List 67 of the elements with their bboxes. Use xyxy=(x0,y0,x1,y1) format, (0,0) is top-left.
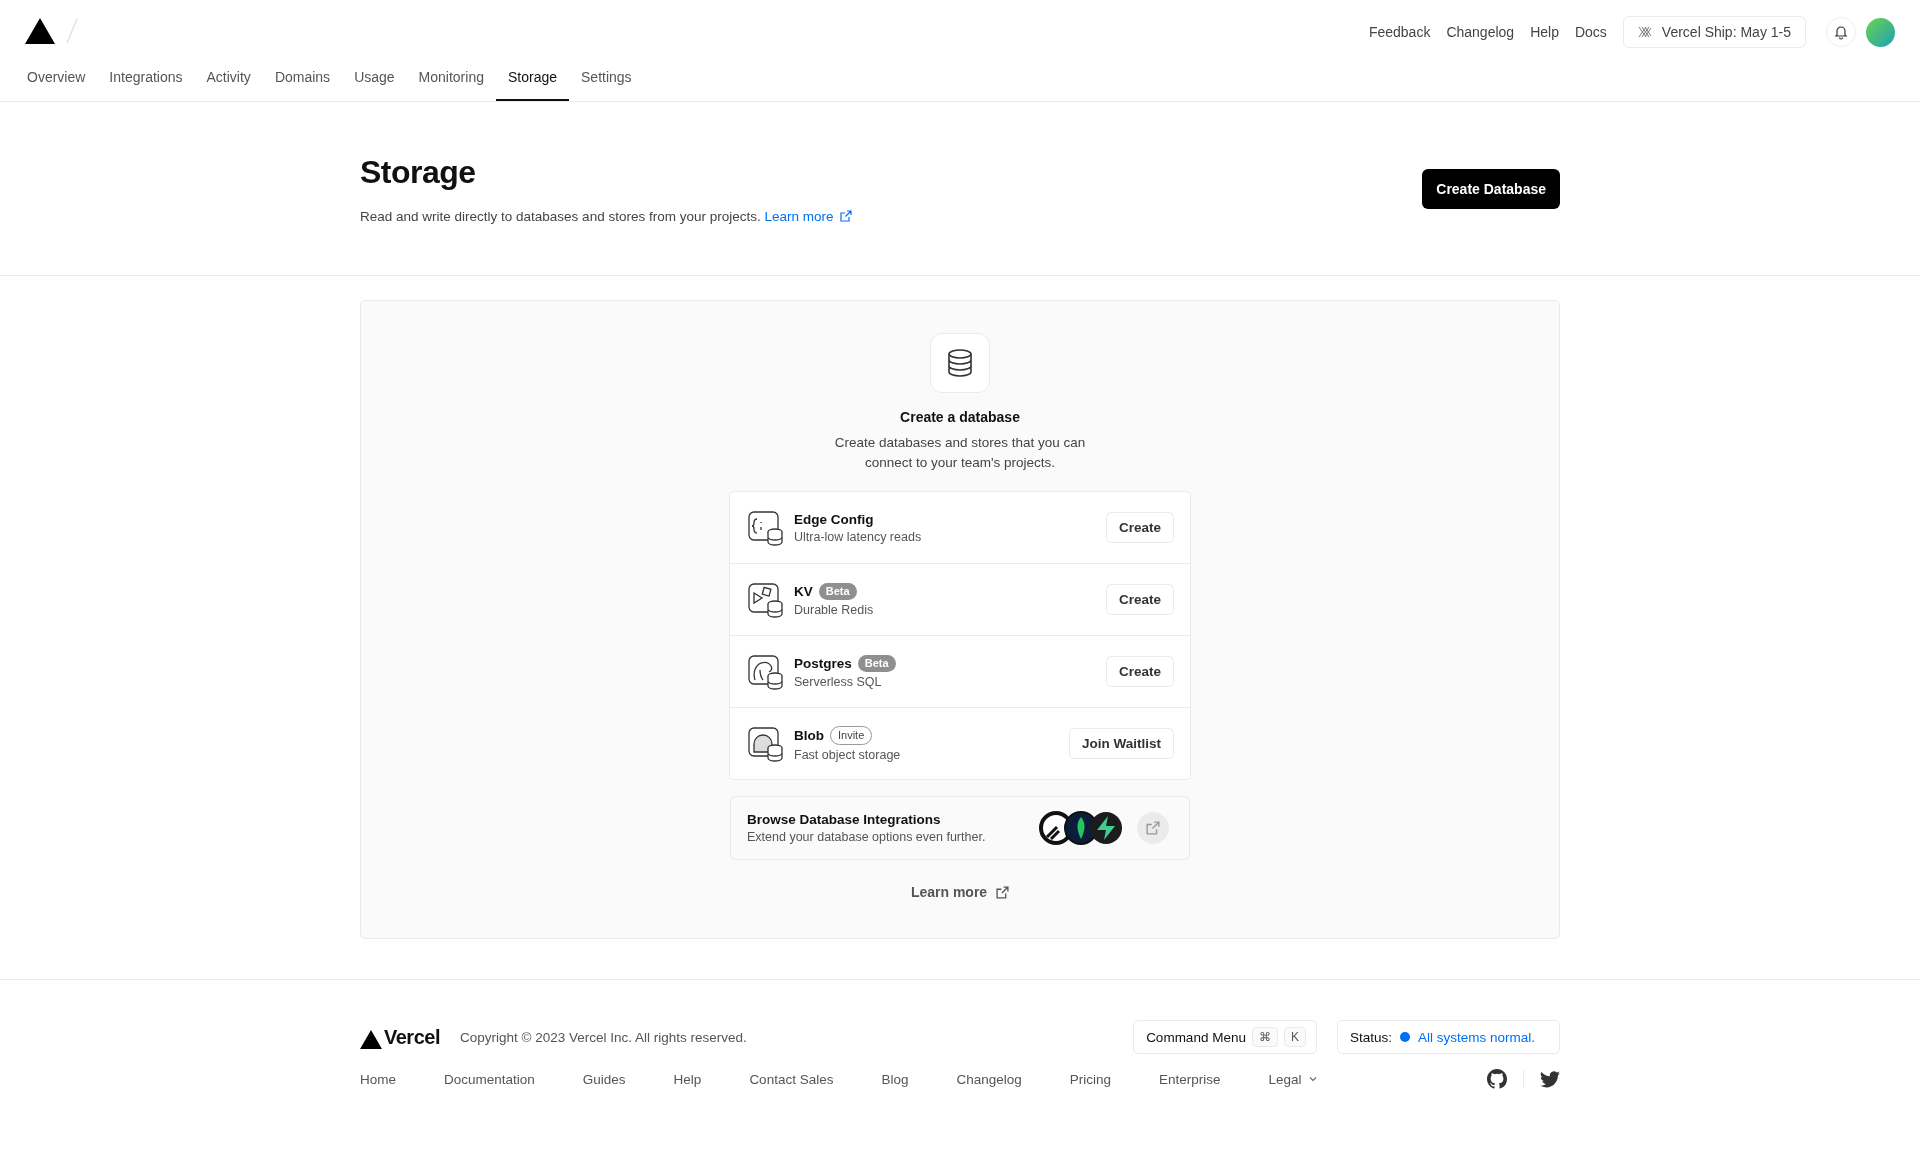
database-subtitle: Ultra-low latency reads xyxy=(794,529,923,544)
page-title: Storage xyxy=(360,154,477,191)
logo-icon[interactable] xyxy=(25,18,55,44)
integrations-panel[interactable]: Browse Database Integrations Extend your database options even further. xyxy=(730,796,1190,860)
nav-tab[interactable]: Monitoring xyxy=(406,64,496,101)
database-subtitle: Durable Redis xyxy=(794,602,875,617)
nav-tab[interactable]: Activity xyxy=(194,64,263,101)
database-name: Postgres xyxy=(794,655,852,671)
footer-link[interactable]: Blog xyxy=(881,1071,909,1087)
github-icon[interactable] xyxy=(1487,1069,1507,1089)
nav-tab[interactable]: Domains xyxy=(262,64,343,101)
beta-badge: Beta xyxy=(818,582,857,600)
database-name: Blob xyxy=(794,727,824,743)
database-type-icon xyxy=(748,581,784,618)
footer-link[interactable]: Help xyxy=(673,1071,702,1087)
avatar[interactable] xyxy=(1866,17,1895,47)
nav-tab[interactable]: Overview xyxy=(15,64,98,101)
learn-more-link[interactable]: Learn more xyxy=(910,884,1010,900)
database-icon xyxy=(930,333,990,393)
database-type-icon xyxy=(748,725,784,762)
bell-icon xyxy=(1833,24,1849,40)
create-button[interactable]: Create xyxy=(1105,656,1174,687)
event-button[interactable]: Vercel Ship: May 1-5 xyxy=(1622,16,1806,48)
footer-link[interactable]: Pricing xyxy=(1069,1071,1112,1087)
footer-link[interactable]: Changelog xyxy=(956,1071,1022,1087)
footer-link[interactable]: Documentation xyxy=(444,1071,535,1087)
learn-more-link[interactable]: Learn more xyxy=(764,209,853,224)
footer-link[interactable]: Enterprise xyxy=(1159,1071,1221,1087)
integrations-description: Extend your database options even further. xyxy=(747,830,987,844)
external-link-icon xyxy=(840,210,853,222)
database-type-icon xyxy=(748,653,784,690)
create-button[interactable]: Join Waitlist xyxy=(1069,728,1174,759)
nav-tab[interactable]: Usage xyxy=(342,64,407,101)
status-indicator[interactable]: Status: All systems normal. xyxy=(1336,1020,1560,1054)
nav-tab[interactable]: Settings xyxy=(569,64,644,101)
external-link-icon xyxy=(996,885,1010,899)
header-link[interactable]: Help xyxy=(1530,24,1559,40)
nav-tab[interactable]: Storage xyxy=(495,64,569,101)
empty-state-title: Create a database xyxy=(900,409,1020,425)
notifications-button[interactable] xyxy=(1826,17,1856,47)
footer-link[interactable]: Home xyxy=(360,1071,396,1087)
database-name: KV xyxy=(794,583,813,599)
footer-link[interactable]: Guides xyxy=(582,1071,626,1087)
twitter-icon[interactable] xyxy=(1540,1070,1560,1088)
create-button[interactable]: Create xyxy=(1105,584,1174,615)
footer-dropdown[interactable]: Legal xyxy=(1268,1071,1318,1087)
header-link[interactable]: Docs xyxy=(1574,24,1607,40)
page-description: Read and write directly to databases and stores from your projects. xyxy=(360,209,761,224)
footer-link[interactable]: Contact Sales xyxy=(749,1071,834,1087)
vercel-logo[interactable]: Vercel xyxy=(360,1025,440,1049)
header-link[interactable]: Feedback xyxy=(1368,24,1431,40)
integrations-title: Browse Database Integrations xyxy=(747,812,942,827)
database-name: Edge Config xyxy=(794,511,874,527)
nav-tab[interactable]: Integrations xyxy=(97,64,195,101)
header-link[interactable]: Changelog xyxy=(1446,24,1515,40)
database-subtitle: Fast object storage xyxy=(794,747,902,762)
database-subtitle: Serverless SQL xyxy=(794,674,883,689)
copyright-text: Copyright © 2023 Vercel Inc. All rights reserved. xyxy=(459,1029,747,1045)
create-database-button[interactable]: Create Database xyxy=(1422,169,1560,209)
create-button[interactable]: Create xyxy=(1105,512,1174,543)
separator-slash-icon xyxy=(65,18,79,44)
database-type-icon xyxy=(748,509,784,546)
ship-icon xyxy=(1637,25,1652,39)
beta-badge: Beta xyxy=(857,654,896,672)
command-menu-button[interactable]: Command Menu ⌘ K xyxy=(1133,1020,1317,1054)
empty-state-description: Create databases and stores that you can connect to your team's projects. xyxy=(833,434,1087,472)
chevron-down-icon xyxy=(1307,1074,1318,1084)
